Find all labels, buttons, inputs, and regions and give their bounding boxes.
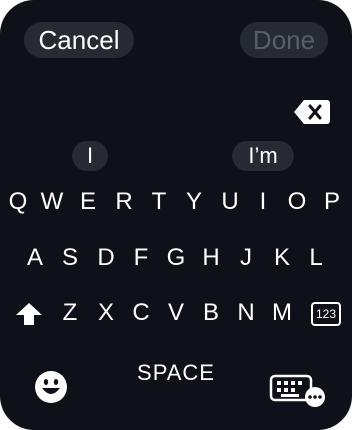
key-k[interactable]: K: [267, 240, 297, 276]
key-h[interactable]: H: [196, 240, 226, 276]
done-button[interactable]: Done: [240, 22, 328, 58]
key-r[interactable]: R: [109, 184, 139, 220]
key-e[interactable]: E: [73, 184, 103, 220]
key-u[interactable]: U: [215, 184, 245, 220]
key-s[interactable]: S: [55, 240, 85, 276]
key-v[interactable]: V: [161, 295, 191, 331]
key-z[interactable]: Z: [55, 295, 85, 331]
cancel-button[interactable]: Cancel: [24, 22, 134, 58]
key-j[interactable]: J: [231, 240, 261, 276]
key-f[interactable]: F: [126, 240, 156, 276]
keyboard-row-1: Q W E R T Y U I O P: [0, 184, 352, 220]
space-key[interactable]: SPACE: [120, 356, 232, 390]
key-b[interactable]: B: [196, 295, 226, 331]
key-m[interactable]: M: [267, 295, 297, 331]
suggestion-chip-2[interactable]: I’m: [232, 141, 294, 171]
key-c[interactable]: C: [126, 295, 156, 331]
numbers-123-icon[interactable]: 123: [311, 302, 341, 326]
keyboard-row-3: Z X C V B N M 123: [0, 295, 352, 331]
numbers-label: 123: [315, 307, 337, 321]
watch-keyboard-screen: Cancel Done I I’m Q W E R T Y U I O P A …: [0, 0, 352, 430]
key-w[interactable]: W: [37, 184, 67, 220]
key-p[interactable]: P: [317, 184, 347, 220]
keyboard-row-2: A S D F G H J K L: [0, 240, 352, 276]
keyboard-more-icon[interactable]: [269, 372, 327, 408]
key-n[interactable]: N: [231, 295, 261, 331]
shift-arrow-icon[interactable]: [14, 301, 44, 327]
suggestion-chip-1[interactable]: I: [72, 141, 108, 171]
key-a[interactable]: A: [20, 240, 50, 276]
key-t[interactable]: T: [144, 184, 174, 220]
key-o[interactable]: O: [282, 184, 312, 220]
emoji-smiley-icon[interactable]: [34, 370, 68, 404]
key-x[interactable]: X: [91, 295, 121, 331]
delete-backward-icon[interactable]: [294, 98, 330, 126]
key-l[interactable]: L: [301, 240, 331, 276]
key-g[interactable]: G: [161, 240, 191, 276]
key-q[interactable]: Q: [3, 184, 33, 220]
key-d[interactable]: D: [91, 240, 121, 276]
key-i[interactable]: I: [248, 184, 278, 220]
key-y[interactable]: Y: [179, 184, 209, 220]
